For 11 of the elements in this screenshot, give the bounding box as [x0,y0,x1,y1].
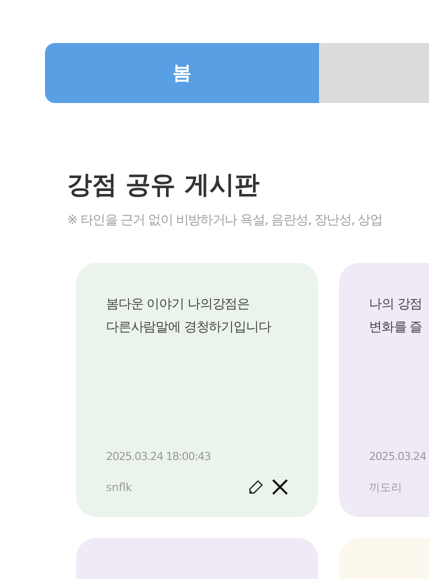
close-icon[interactable] [272,479,288,495]
post-author: snflk [106,480,132,494]
post-date: 2025.03.24 18:00:43 [106,450,212,463]
notice-text: ※ 타인을 근거 없이 비방하거나 욕설, 음란성, 장난성, 상업 [67,212,382,229]
post-text: 나의 강점 변화를 즐 [369,296,424,337]
season-tab[interactable]: 봄 [45,43,319,103]
post-author: 끼도리 [369,480,402,494]
pencil-icon[interactable] [248,479,264,495]
post-date: 2025.03.24 [369,450,427,463]
board-title: 강점 공유 게시판 [67,169,260,201]
post-text: 봄다운 이야기 나의강점은 다른사람말에 경청하기입니다 [106,296,272,337]
